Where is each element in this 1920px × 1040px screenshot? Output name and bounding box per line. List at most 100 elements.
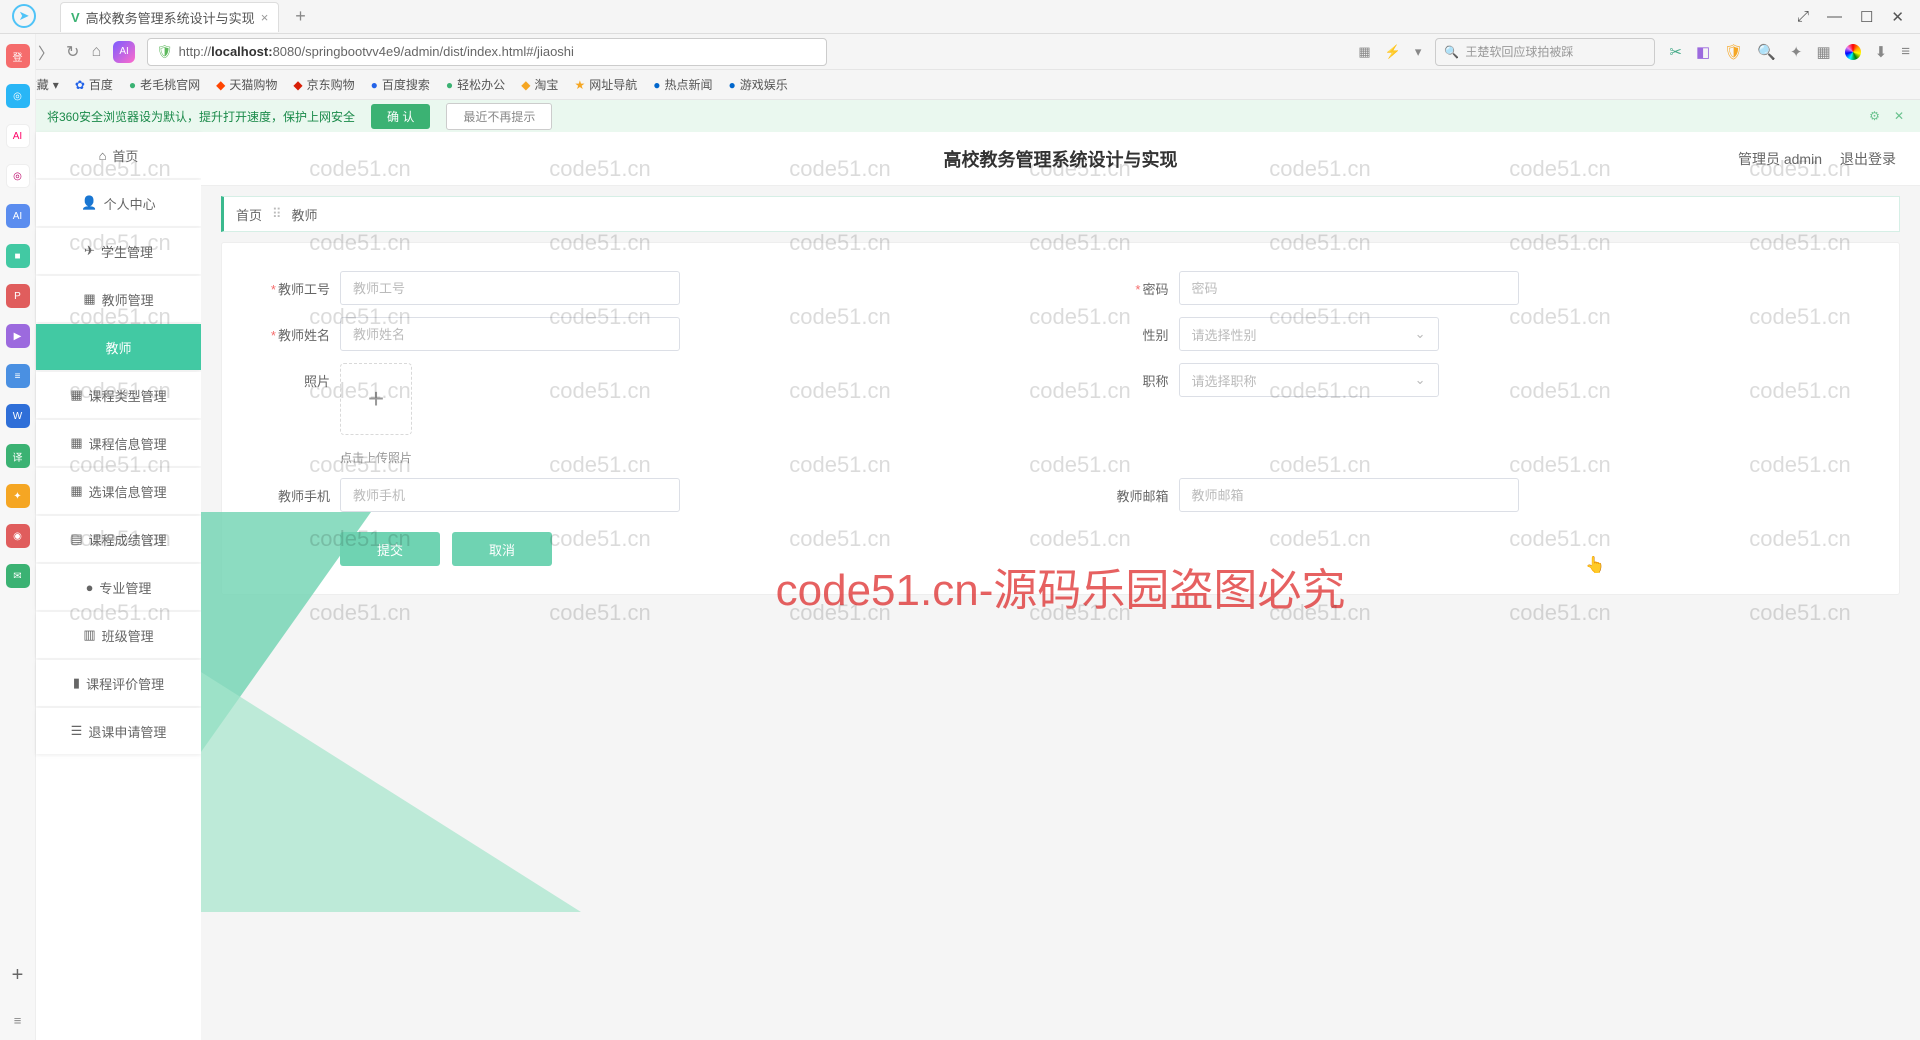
logout-link[interactable]: 退出登录: [1840, 149, 1896, 169]
apps-icon[interactable]: ▦: [1816, 43, 1830, 61]
sidebar-item-home[interactable]: ⌂首页: [36, 132, 201, 178]
bookmark-tmall[interactable]: ◆天猫购物: [216, 76, 277, 93]
teacher-name-input[interactable]: [340, 317, 680, 351]
sidebar: ⌂首页 👤个人中心 ✈学生管理 ▦教师管理 教师 ▦课程类型管理 ▦课程信息管理…: [36, 132, 201, 1040]
search2-icon[interactable]: 🔍: [1757, 43, 1776, 61]
label-photo: 照片: [304, 374, 330, 389]
grid-icon: ▦: [70, 435, 82, 451]
search-input[interactable]: 🔍 王楚软回应球拍被踩: [1435, 38, 1655, 66]
notice-confirm-button[interactable]: 确 认: [371, 104, 430, 129]
search-icon: 🔍: [1444, 45, 1459, 59]
window-pin-icon[interactable]: ⤢: [1797, 8, 1809, 26]
dock-add-button[interactable]: +: [12, 954, 24, 997]
email-input[interactable]: [1179, 478, 1519, 512]
bookmark-game[interactable]: ●游戏娱乐: [728, 76, 787, 93]
tab-close-icon[interactable]: ×: [261, 10, 269, 25]
dock-item-8[interactable]: ▶: [6, 324, 30, 348]
menu-icon[interactable]: ≡: [1901, 43, 1910, 60]
breadcrumb-current: 教师: [292, 205, 318, 224]
dock-menu-icon[interactable]: ≡: [14, 1013, 22, 1040]
decor-triangle-2: [201, 672, 581, 912]
url-text: http://localhost:8080/springbootvv4e9/ad…: [179, 44, 574, 59]
sidebar-item-major[interactable]: ●专业管理: [36, 564, 201, 610]
dock-item-14[interactable]: ✉: [6, 564, 30, 588]
scissors-icon[interactable]: ✂: [1669, 43, 1682, 61]
window-minimize-icon[interactable]: —: [1827, 8, 1842, 26]
rainbow-icon[interactable]: [1845, 44, 1861, 60]
dock-item-9[interactable]: ≡: [6, 364, 30, 388]
user-icon: 👤: [81, 195, 97, 211]
url-input[interactable]: 🛡 http://localhost:8080/springbootvv4e9/…: [147, 38, 827, 66]
dock-item-2[interactable]: ◎: [6, 84, 30, 108]
bookmark-baidusearch[interactable]: ●百度搜索: [371, 76, 430, 93]
bar-icon: ▮: [73, 675, 80, 691]
bookmark-qingsong[interactable]: ●轻松办公: [446, 76, 505, 93]
shield-icon: 🛡: [156, 44, 173, 60]
download-icon[interactable]: ⬇: [1875, 43, 1888, 61]
password-input[interactable]: [1179, 271, 1519, 305]
photo-upload[interactable]: +: [340, 363, 412, 435]
menu-icon: ☰: [71, 723, 83, 739]
phone-input[interactable]: [340, 478, 680, 512]
gender-select[interactable]: 请选择性别⌄: [1179, 317, 1439, 351]
cancel-button[interactable]: 取消: [452, 532, 552, 566]
browser-tab[interactable]: V 高校教务管理系统设计与实现 ×: [60, 2, 279, 32]
breadcrumb-sep-icon: ⠿: [272, 206, 282, 222]
bookmark-baidu[interactable]: ✿百度: [75, 76, 113, 93]
bookmark-bar: ★收藏 ▾ ✿百度 ●老毛桃官网 ◆天猫购物 ◆京东购物 ●百度搜索 ●轻松办公…: [0, 70, 1920, 100]
label-teacher-name: 教师姓名: [278, 328, 330, 343]
dock-item-5[interactable]: AI: [6, 204, 30, 228]
pin-icon: ●: [86, 580, 94, 595]
puzzle-icon[interactable]: ✦: [1790, 43, 1803, 61]
plane-icon: ✈: [84, 243, 95, 259]
notice-noshow-button[interactable]: 最近不再提示: [446, 103, 552, 130]
sidebar-item-grade[interactable]: ▤课程成绩管理: [36, 516, 201, 562]
sidebar-item-selectcourse[interactable]: ▦选课信息管理: [36, 468, 201, 514]
sidebar-item-student[interactable]: ✈学生管理: [36, 228, 201, 274]
dock-item-11[interactable]: 译: [6, 444, 30, 468]
bookmark-nav[interactable]: ★网址导航: [574, 76, 637, 93]
dock-item-13[interactable]: ◉: [6, 524, 30, 548]
bookmark-news[interactable]: ●热点新闻: [653, 76, 712, 93]
bookmark-laomaotao[interactable]: ●老毛桃官网: [129, 76, 200, 93]
sidebar-item-profile[interactable]: 👤个人中心: [36, 180, 201, 226]
sidebar-item-coursetype[interactable]: ▦课程类型管理: [36, 372, 201, 418]
title-select[interactable]: 请选择职称⌄: [1179, 363, 1439, 397]
breadcrumb-home[interactable]: 首页: [236, 205, 262, 224]
dock-item-1[interactable]: 登: [6, 44, 30, 68]
bookmark-jd[interactable]: ◆京东购物: [293, 76, 354, 93]
bolt-icon[interactable]: ⚡: [1385, 44, 1401, 60]
label-email: 教师邮箱: [1116, 489, 1168, 504]
bookmark-taobao[interactable]: ◆淘宝: [521, 76, 558, 93]
tab-title: 高校教务管理系统设计与实现: [86, 8, 255, 27]
dock-item-6[interactable]: ■: [6, 244, 30, 268]
ai-icon[interactable]: AI: [113, 41, 135, 63]
dock-item-7[interactable]: P: [6, 284, 30, 308]
notice-close-icon[interactable]: ✕: [1894, 109, 1904, 123]
nav-reload-icon[interactable]: ↻: [66, 42, 79, 62]
sidebar-item-evaluate[interactable]: ▮课程评价管理: [36, 660, 201, 706]
window-close-icon[interactable]: ✕: [1891, 8, 1904, 26]
sidebar-item-teacher[interactable]: 教师: [36, 324, 201, 370]
qr-icon[interactable]: ▦: [1358, 44, 1370, 60]
header-user: 管理员 admin: [1738, 149, 1822, 169]
dock-item-3[interactable]: AI: [6, 124, 30, 148]
dock-item-4[interactable]: ◎: [6, 164, 30, 188]
dock-item-12[interactable]: ✦: [6, 484, 30, 508]
shield2-icon[interactable]: 🛡: [1724, 43, 1743, 61]
nav-forward-icon[interactable]: 〉: [38, 40, 54, 64]
chevron-down-icon: ⌄: [1415, 326, 1426, 342]
sidebar-item-class[interactable]: ▥班级管理: [36, 612, 201, 658]
window-maximize-icon[interactable]: ☐: [1860, 8, 1873, 26]
sidebar-item-dropcourse[interactable]: ☰退课申请管理: [36, 708, 201, 754]
teacher-id-input[interactable]: [340, 271, 680, 305]
label-title: 职称: [1142, 374, 1168, 389]
nav-home-icon[interactable]: ⌂: [91, 43, 101, 61]
sidebar-item-teacher-mgmt[interactable]: ▦教师管理: [36, 276, 201, 322]
new-tab-button[interactable]: +: [287, 6, 314, 27]
dock-item-10[interactable]: W: [6, 404, 30, 428]
sidebar-item-courseinfo[interactable]: ▦课程信息管理: [36, 420, 201, 466]
translate-icon[interactable]: ◧: [1696, 43, 1710, 61]
chevron-down-icon[interactable]: ▾: [1415, 44, 1422, 60]
notice-gear-icon[interactable]: ⚙: [1869, 109, 1880, 123]
